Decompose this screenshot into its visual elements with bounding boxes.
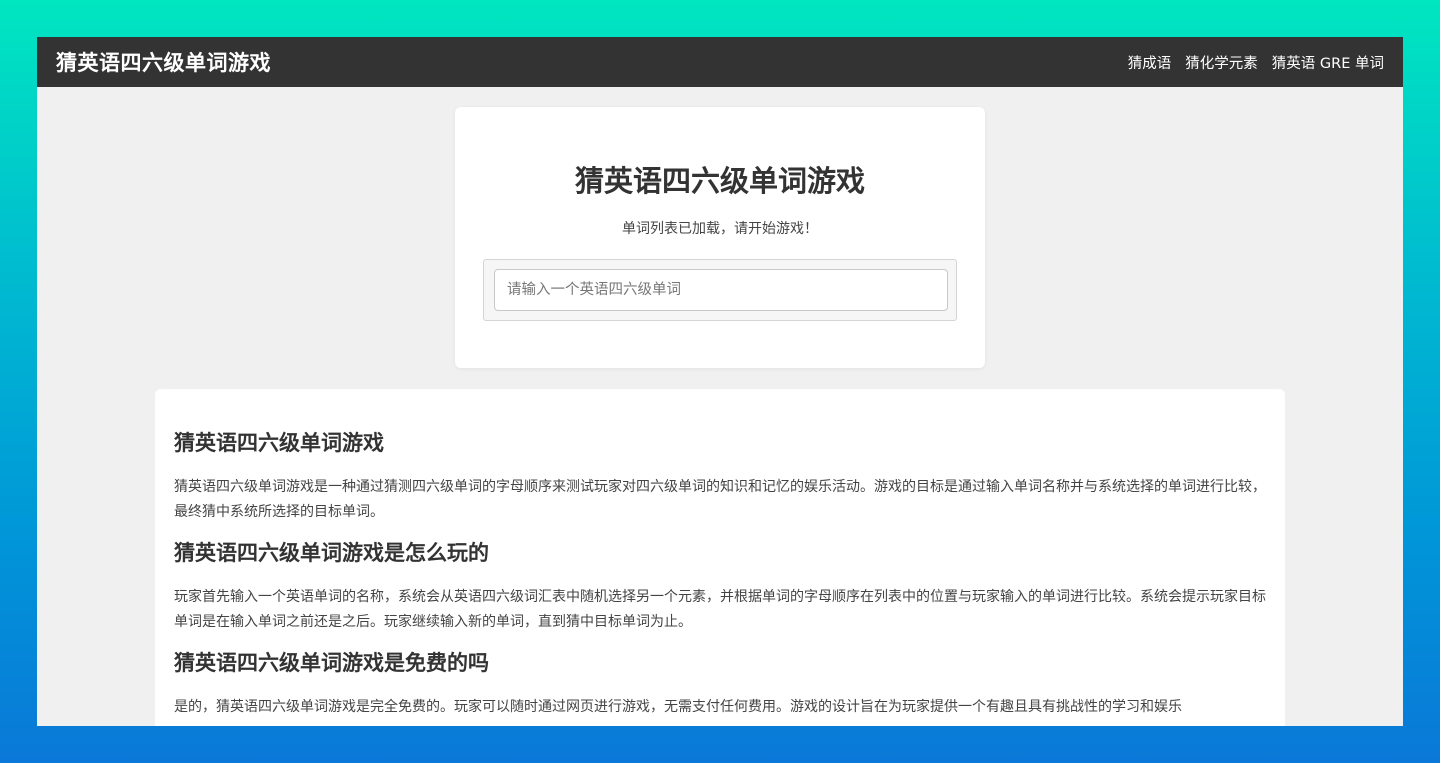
nav-link-chemical-elements[interactable]: 猜化学元素 <box>1185 52 1258 73</box>
section-text-how-to-play: 玩家首先输入一个英语单词的名称，系统会从英语四六级词汇表中随机选择另一个元素，并… <box>174 589 1266 630</box>
guess-input-container <box>483 259 957 321</box>
section-heading-intro: 猜英语四六级单词游戏 <box>174 431 384 455</box>
info-card: 猜英语四六级单词游戏 猜英语四六级单词游戏是一种通过猜测四六级单词的字母顺序来测… <box>155 389 1285 726</box>
section-heading-is-free: 猜英语四六级单词游戏是免费的吗 <box>174 651 489 675</box>
site-brand[interactable]: 猜英语四六级单词游戏 <box>56 47 271 77</box>
nav-link-idioms[interactable]: 猜成语 <box>1128 52 1172 73</box>
word-guess-input[interactable] <box>494 269 948 311</box>
game-card: 猜英语四六级单词游戏 单词列表已加载，请开始游戏！ <box>455 107 985 368</box>
nav-link-gre-words[interactable]: 猜英语 GRE 单词 <box>1272 52 1384 73</box>
game-status-text: 单词列表已加载，请开始游戏！ <box>622 221 818 237</box>
section-text-is-free: 是的，猜英语四六级单词游戏是完全免费的。玩家可以随时通过网页进行游戏，无需支付任… <box>174 699 1182 715</box>
nav-links: 猜成语 猜化学元素 猜英语 GRE 单词 <box>1128 52 1384 73</box>
game-title: 猜英语四六级单词游戏 <box>574 164 865 198</box>
section-heading-how-to-play: 猜英语四六级单词游戏是怎么玩的 <box>174 541 489 565</box>
section-text-intro: 猜英语四六级单词游戏是一种通过猜测四六级单词的字母顺序来测试玩家对四六级单词的知… <box>174 479 1266 520</box>
top-navbar: 猜英语四六级单词游戏 猜成语 猜化学元素 猜英语 GRE 单词 <box>37 37 1403 87</box>
browser-page: 猜英语四六级单词游戏 猜成语 猜化学元素 猜英语 GRE 单词 猜英语四六级单词… <box>37 37 1403 726</box>
